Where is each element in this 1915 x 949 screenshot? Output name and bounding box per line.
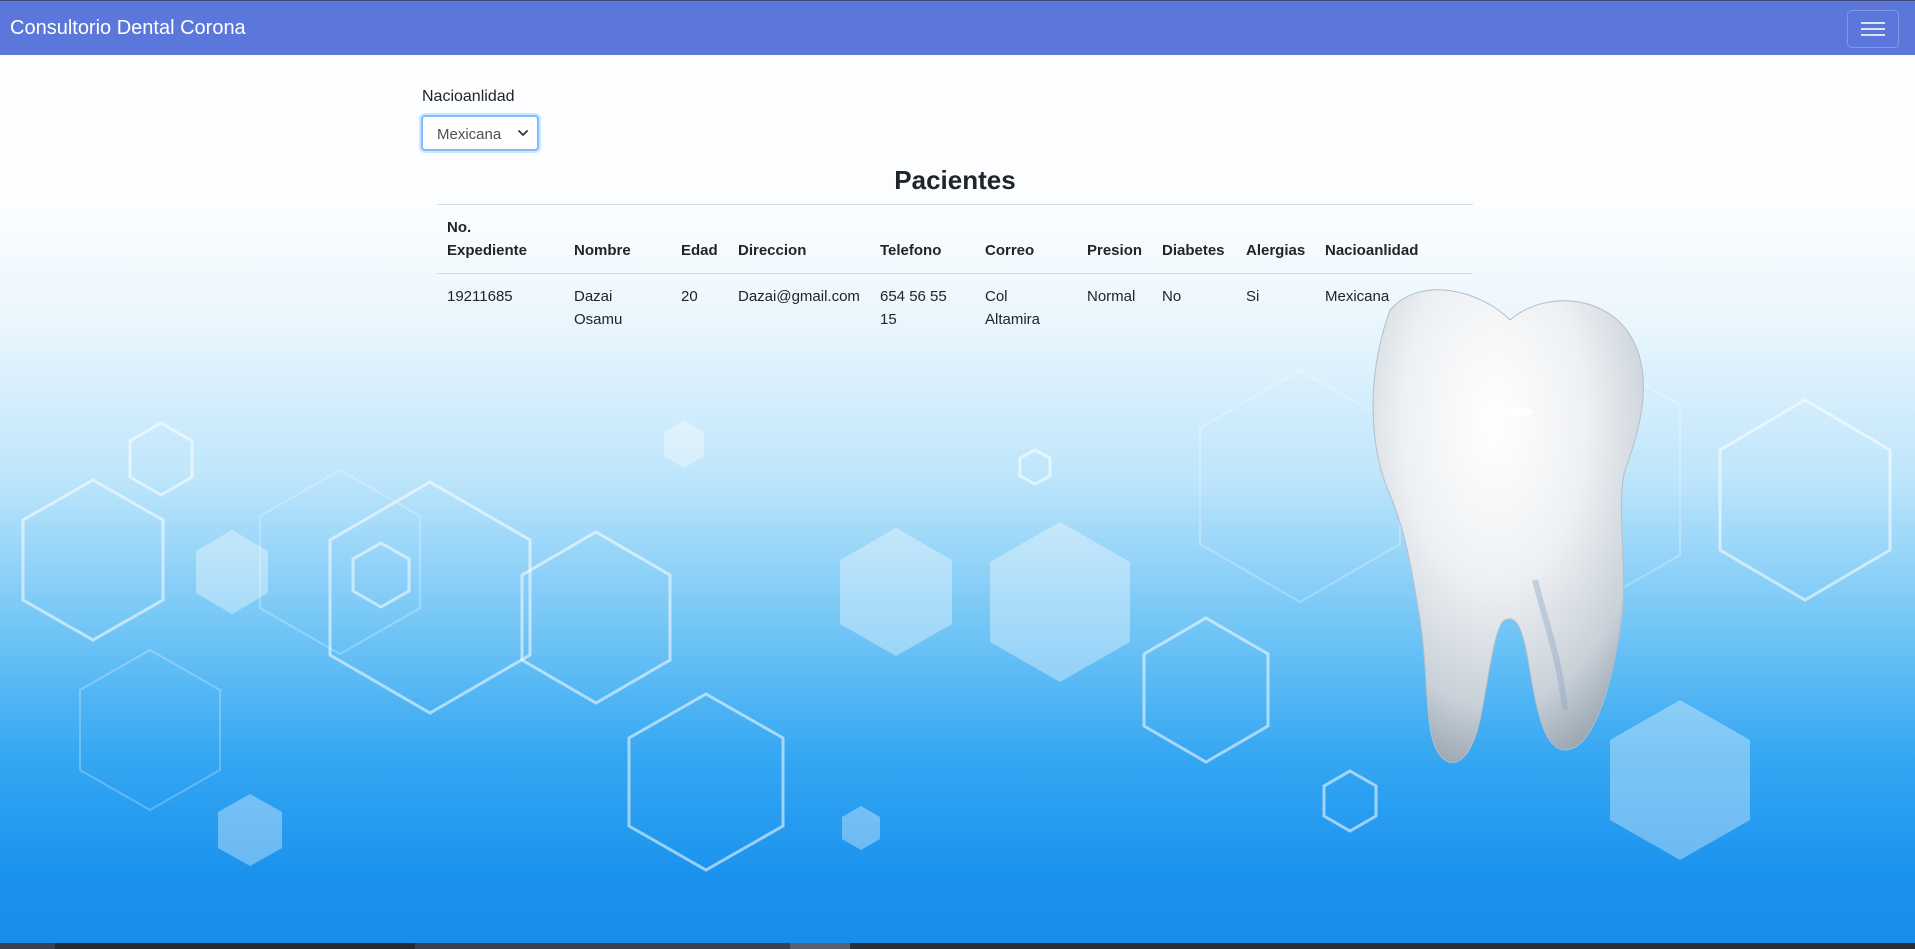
column-header-expediente: No. Expediente bbox=[447, 219, 528, 259]
column-header-correo: Correo bbox=[985, 242, 1035, 259]
table-top-border bbox=[437, 204, 1473, 205]
column-header-direccion: Direccion bbox=[738, 242, 807, 259]
column-header-diabetes: Diabetes bbox=[1162, 242, 1225, 259]
table-header-divider bbox=[437, 273, 1473, 274]
nationality-select-value: Mexicana bbox=[437, 126, 502, 143]
top-navbar: Consultorio Dental Corona bbox=[0, 0, 1915, 55]
column-header-alergias: Alergias bbox=[1246, 242, 1306, 259]
chevron-down-icon bbox=[518, 130, 528, 136]
cell-direccion: Dazai@gmail.com bbox=[738, 288, 860, 305]
cell-alergias: Si bbox=[1246, 288, 1260, 305]
window-bottom-edge bbox=[0, 943, 1915, 949]
cell-telefono: 654 56 55 15 bbox=[880, 288, 947, 328]
nationality-select[interactable]: Mexicana bbox=[421, 115, 539, 151]
app-title[interactable]: Consultorio Dental Corona bbox=[10, 17, 246, 40]
column-header-telefono: Telefono bbox=[880, 242, 942, 259]
column-header-nacionalidad: Nacioanlidad bbox=[1325, 242, 1419, 259]
cell-nombre: Dazai Osamu bbox=[574, 288, 623, 328]
column-header-edad: Edad bbox=[681, 242, 718, 259]
cell-correo: Col Altamira bbox=[985, 288, 1041, 328]
column-header-presion: Presion bbox=[1087, 242, 1143, 259]
nationality-filter-label: Nacioanlidad bbox=[422, 88, 515, 105]
cell-nacionalidad: Mexicana bbox=[1325, 288, 1390, 305]
cell-presion: Normal bbox=[1087, 288, 1136, 305]
cell-expediente: 19211685 bbox=[447, 288, 513, 305]
tooth-illustration bbox=[1372, 289, 1644, 763]
cell-edad: 20 bbox=[681, 288, 698, 305]
menu-toggle-button[interactable] bbox=[1847, 10, 1899, 48]
column-header-nombre: Nombre bbox=[574, 242, 631, 259]
patients-table-title: Pacientes bbox=[894, 165, 1016, 195]
cell-diabetes: No bbox=[1162, 288, 1182, 305]
